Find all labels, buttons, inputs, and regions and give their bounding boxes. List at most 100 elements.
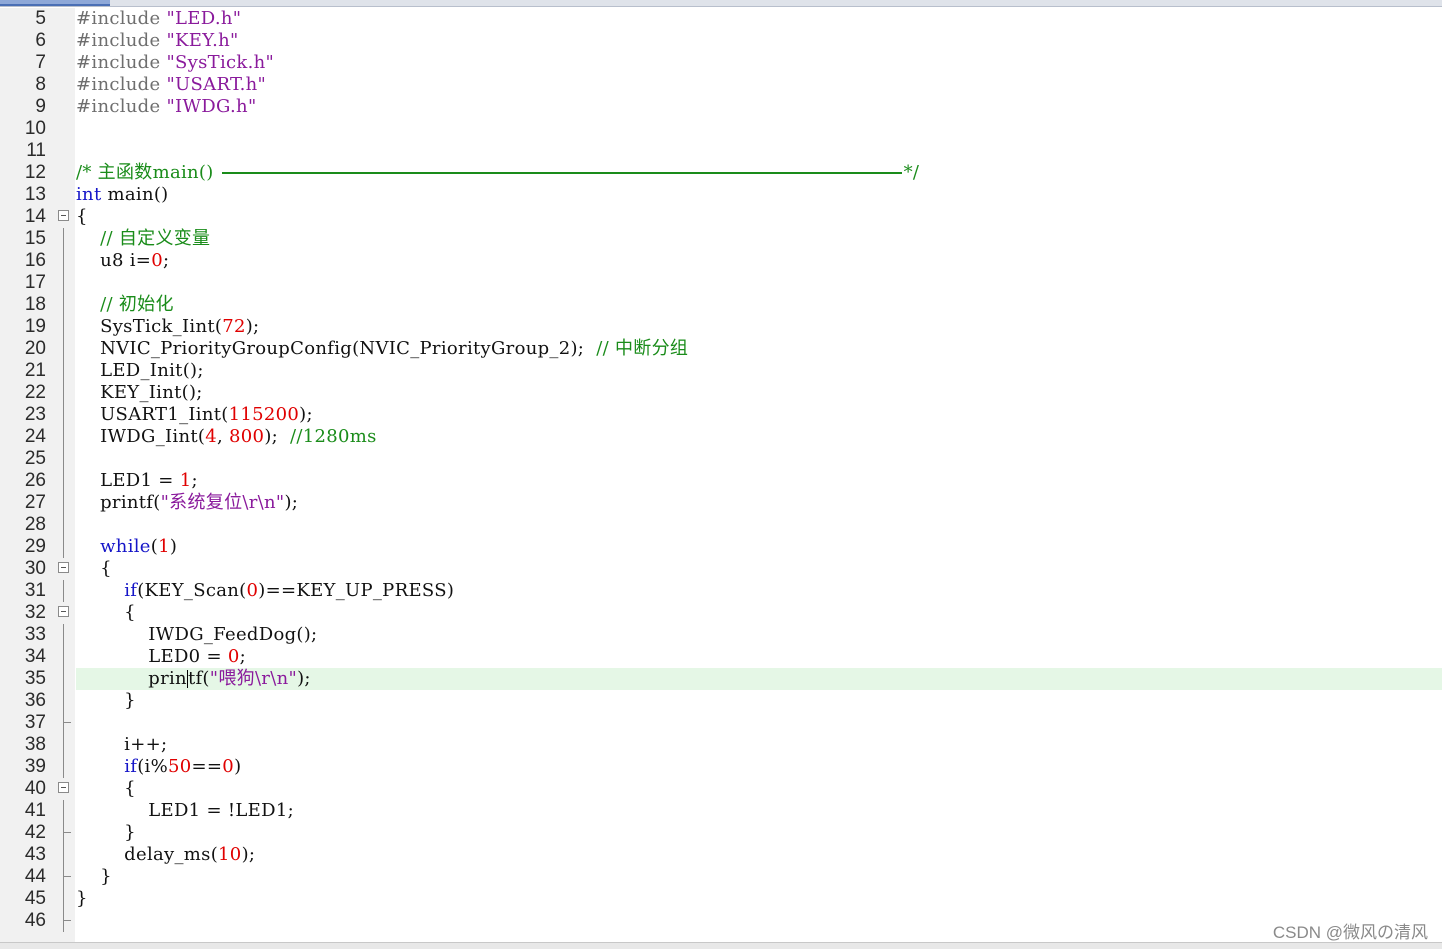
- code-line[interactable]: } 36: [0, 690, 1442, 712]
- fold-guide: [63, 338, 64, 360]
- code-text[interactable]: [76, 712, 1442, 734]
- code-line[interactable]: 28: [0, 514, 1442, 536]
- fold-collapse-icon[interactable]: [58, 210, 69, 221]
- fold-collapse-icon[interactable]: [58, 606, 69, 617]
- code-line[interactable]: } 45: [0, 888, 1442, 910]
- code-line[interactable]: #include "USART.h" 8: [0, 74, 1442, 96]
- code-line[interactable]: } 42: [0, 822, 1442, 844]
- code-line[interactable]: #include "KEY.h" 6: [0, 30, 1442, 52]
- code-text[interactable]: while(1): [76, 536, 1442, 558]
- code-text[interactable]: u8 i=0;: [76, 250, 1442, 272]
- code-line[interactable]: } 44: [0, 866, 1442, 888]
- code-editor[interactable]: #include "LED.h" 5 #include "KEY.h" 6 #inclu…: [0, 8, 1442, 942]
- code-text[interactable]: if(KEY_Scan(0)==KEY_UP_PRESS): [76, 580, 1442, 602]
- code-line[interactable]: 11: [0, 140, 1442, 162]
- code-text[interactable]: [76, 140, 1442, 162]
- code-token: {: [76, 778, 136, 799]
- code-text[interactable]: int main(): [76, 184, 1442, 206]
- code-text[interactable]: #include "LED.h": [76, 8, 1442, 30]
- code-line[interactable]: 10: [0, 118, 1442, 140]
- code-line[interactable]: i++; 38: [0, 734, 1442, 756]
- code-text[interactable]: LED1 = !LED1;: [76, 800, 1442, 822]
- code-line[interactable]: int main() 13: [0, 184, 1442, 206]
- code-line[interactable]: SysTick_Iint(72); 19: [0, 316, 1442, 338]
- code-line[interactable]: 37: [0, 712, 1442, 734]
- code-token: ==: [191, 756, 223, 777]
- code-text[interactable]: IWDG_FeedDog();: [76, 624, 1442, 646]
- code-line[interactable]: KEY_Iint(); 22: [0, 382, 1442, 404]
- code-line[interactable]: LED1 = !LED1; 41: [0, 800, 1442, 822]
- code-text[interactable]: }: [76, 822, 1442, 844]
- code-text[interactable]: }: [76, 866, 1442, 888]
- code-line[interactable]: USART1_Iint(115200); 23: [0, 404, 1442, 426]
- code-text[interactable]: printf("喂狗\r\n");: [76, 668, 1442, 690]
- code-text[interactable]: [76, 272, 1442, 294]
- active-file-tab[interactable]: [0, 0, 110, 6]
- code-line[interactable]: 17: [0, 272, 1442, 294]
- code-line[interactable]: {14: [0, 206, 1442, 228]
- code-text[interactable]: [76, 910, 1442, 932]
- code-text[interactable]: #include "USART.h": [76, 74, 1442, 96]
- code-text[interactable]: [76, 118, 1442, 140]
- code-text[interactable]: printf("系统复位\r\n");: [76, 492, 1442, 514]
- fold-guide: [63, 536, 64, 558]
- number-token: 800: [229, 426, 265, 447]
- code-line[interactable]: 46: [0, 910, 1442, 932]
- code-text[interactable]: }: [76, 690, 1442, 712]
- code-token: SysTick_Iint(: [76, 316, 223, 337]
- code-text[interactable]: {: [76, 558, 1442, 580]
- code-text[interactable]: USART1_Iint(115200);: [76, 404, 1442, 426]
- code-text[interactable]: LED1 = 1;: [76, 470, 1442, 492]
- code-line[interactable]: // 自定义变量 15: [0, 228, 1442, 250]
- code-text[interactable]: // 初始化: [76, 294, 1442, 316]
- comment-token: /* 主函数main(): [76, 162, 220, 183]
- code-line[interactable]: NVIC_PriorityGroupConfig(NVIC_PriorityGr…: [0, 338, 1442, 360]
- code-line[interactable]: printf("系统复位\r\n"); 27: [0, 492, 1442, 514]
- code-text[interactable]: KEY_Iint();: [76, 382, 1442, 404]
- code-text[interactable]: LED_Init();: [76, 360, 1442, 382]
- code-text[interactable]: /* 主函数main() */: [76, 162, 1442, 184]
- code-line[interactable]: // 初始化 18: [0, 294, 1442, 316]
- code-text[interactable]: IWDG_Iint(4, 800); //1280ms: [76, 426, 1442, 448]
- code-text[interactable]: // 自定义变量: [76, 228, 1442, 250]
- code-text[interactable]: if(i%50==0): [76, 756, 1442, 778]
- code-line[interactable]: IWDG_FeedDog(); 33: [0, 624, 1442, 646]
- code-line[interactable]: #include "SysTick.h" 7: [0, 52, 1442, 74]
- code-text[interactable]: i++;: [76, 734, 1442, 756]
- code-line[interactable]: LED1 = 1; 26: [0, 470, 1442, 492]
- code-line[interactable]: LED0 = 0; 34: [0, 646, 1442, 668]
- code-line[interactable]: LED_Init(); 21: [0, 360, 1442, 382]
- fold-collapse-icon[interactable]: [58, 782, 69, 793]
- code-line[interactable]: printf("喂狗\r\n"); 35: [0, 668, 1442, 690]
- code-line[interactable]: #include "IWDG.h" 9: [0, 96, 1442, 118]
- code-line[interactable]: {32: [0, 602, 1442, 624]
- code-line[interactable]: delay_ms(10); 43: [0, 844, 1442, 866]
- code-line[interactable]: 25: [0, 448, 1442, 470]
- code-text[interactable]: delay_ms(10);: [76, 844, 1442, 866]
- code-text[interactable]: #include "SysTick.h": [76, 52, 1442, 74]
- code-text[interactable]: {: [76, 602, 1442, 624]
- code-text[interactable]: {: [76, 206, 1442, 228]
- code-line[interactable]: if(KEY_Scan(0)==KEY_UP_PRESS) 31: [0, 580, 1442, 602]
- code-line[interactable]: #include "LED.h" 5: [0, 8, 1442, 30]
- code-text[interactable]: SysTick_Iint(72);: [76, 316, 1442, 338]
- fold-collapse-icon[interactable]: [58, 562, 69, 573]
- code-text[interactable]: NVIC_PriorityGroupConfig(NVIC_PriorityGr…: [76, 338, 1442, 360]
- code-text[interactable]: [76, 514, 1442, 536]
- code-token: NVIC_PriorityGroupConfig(NVIC_PriorityGr…: [76, 338, 597, 359]
- code-line[interactable]: /* 主函数main() */ 12: [0, 162, 1442, 184]
- line-number: 45: [24, 888, 46, 909]
- code-line[interactable]: if(i%50==0) 39: [0, 756, 1442, 778]
- code-line[interactable]: {40: [0, 778, 1442, 800]
- code-text[interactable]: #include "KEY.h": [76, 30, 1442, 52]
- code-text[interactable]: {: [76, 778, 1442, 800]
- code-text[interactable]: [76, 448, 1442, 470]
- code-line[interactable]: IWDG_Iint(4, 800); //1280ms 24: [0, 426, 1442, 448]
- code-text[interactable]: #include "IWDG.h": [76, 96, 1442, 118]
- code-line[interactable]: {30: [0, 558, 1442, 580]
- code-line[interactable]: u8 i=0; 16: [0, 250, 1442, 272]
- code-line[interactable]: while(1) 29: [0, 536, 1442, 558]
- code-text[interactable]: LED0 = 0;: [76, 646, 1442, 668]
- code-text[interactable]: }: [76, 888, 1442, 910]
- line-number: 12: [24, 162, 46, 183]
